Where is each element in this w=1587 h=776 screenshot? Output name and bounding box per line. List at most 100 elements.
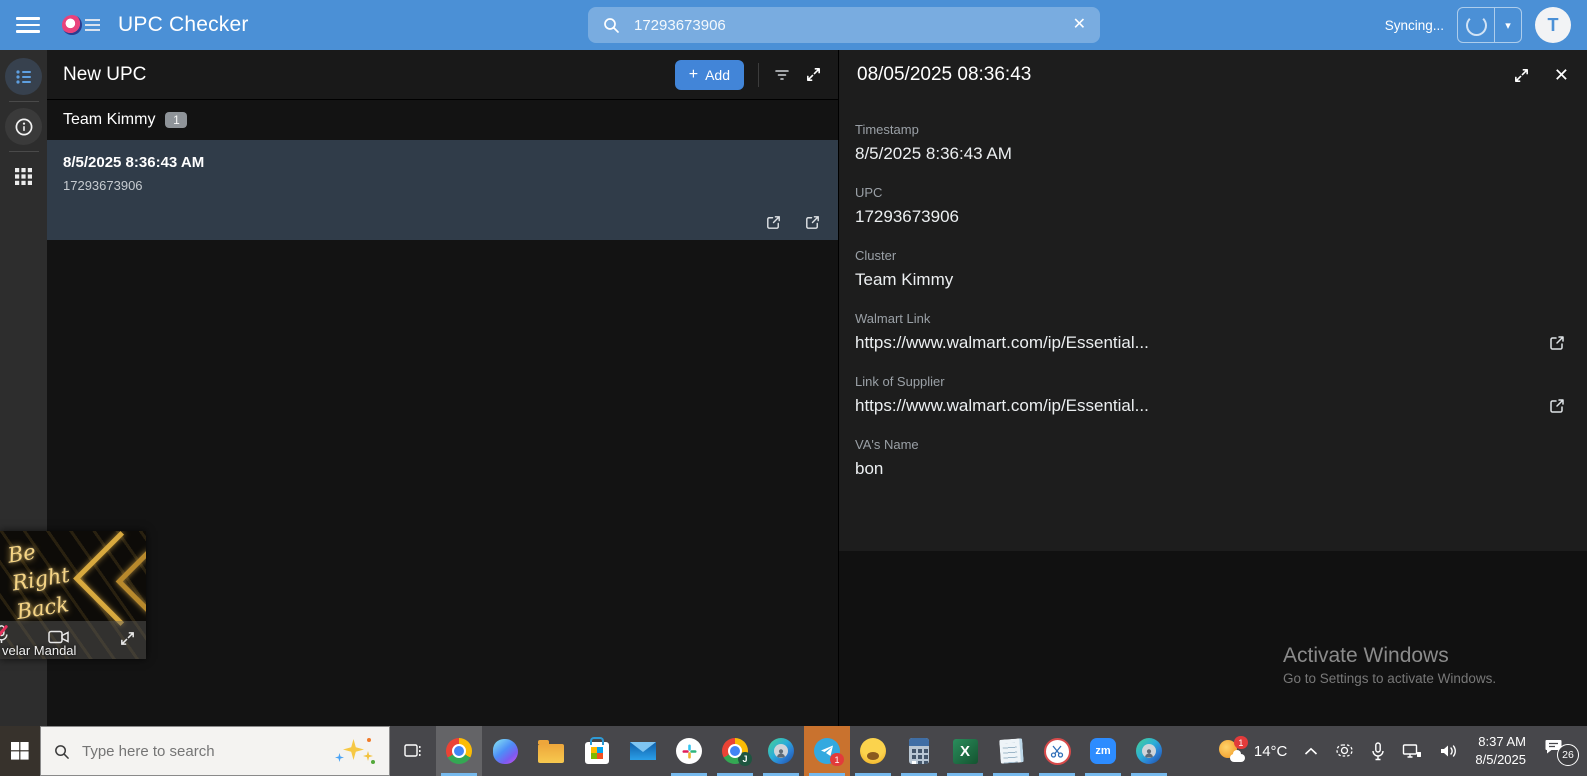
task-view-icon[interactable]	[390, 726, 436, 776]
detail-title: 08/05/2025 08:36:43	[857, 64, 1032, 85]
open-link-icon[interactable]	[764, 213, 783, 232]
field-va-name: VA's Name bon	[855, 437, 1571, 479]
app-search[interactable]: ✕	[588, 7, 1100, 43]
app-logo	[62, 15, 100, 35]
taskbar-calculator-button[interactable]	[896, 726, 942, 776]
screen-record-icon[interactable]	[1335, 743, 1354, 759]
logo-circle-icon	[62, 15, 82, 35]
edge-icon	[768, 738, 794, 764]
menu-icon[interactable]	[16, 17, 40, 33]
header-right: Syncing... ▾ T	[1385, 7, 1571, 43]
unread-badge: 1	[830, 753, 844, 766]
taskbar-apps: J 1 X zm	[436, 726, 1172, 776]
view-title: New UPC	[63, 63, 147, 85]
notification-center-button[interactable]: 26	[1545, 738, 1579, 766]
taskbar-telegram-button[interactable]: 1	[804, 726, 850, 776]
edge-icon	[1136, 738, 1162, 764]
weather-widget[interactable]: 1 14°C	[1218, 736, 1287, 763]
taskbar-file-explorer-button[interactable]	[528, 726, 574, 776]
taskbar-copilot-button[interactable]	[482, 726, 528, 776]
copilot-icon	[492, 738, 518, 764]
field-value: bon	[855, 459, 884, 478]
search-highlights-icon[interactable]	[331, 736, 377, 766]
desktop: UPC Checker ✕ Syncing... ▾ T	[0, 0, 1587, 776]
taskbar-mail-button[interactable]	[620, 726, 666, 776]
field-label: Cluster	[855, 248, 897, 263]
taskbar-tunnelbear-button[interactable]	[850, 726, 896, 776]
chrome-icon: J	[722, 738, 752, 766]
add-button[interactable]: + Add	[674, 59, 744, 90]
windows-logo-icon	[11, 742, 29, 760]
zoom-app-icon: zm	[1090, 738, 1116, 764]
list-item-actions	[764, 213, 822, 232]
field-value[interactable]: https://www.walmart.com/ip/Essential...	[855, 333, 1547, 353]
taskbar-edge-button[interactable]	[758, 726, 804, 776]
microphone-icon[interactable]	[1371, 741, 1385, 761]
taskbar-excel-button[interactable]: X	[942, 726, 988, 776]
taskbar-store-button[interactable]	[574, 726, 620, 776]
search-input[interactable]	[632, 15, 1073, 35]
weather-badge: 1	[1233, 736, 1248, 749]
sidebar-item-list-view[interactable]	[5, 58, 42, 95]
group-header[interactable]: Team Kimmy 1	[47, 100, 838, 140]
telegram-icon: 1	[814, 738, 844, 766]
sync-spinner-icon[interactable]	[1458, 8, 1494, 42]
field-value[interactable]: https://www.walmart.com/ip/Essential...	[855, 396, 1547, 416]
profile-avatar	[774, 744, 788, 758]
taskbar-search[interactable]	[40, 726, 390, 776]
sync-status: Syncing...	[1384, 17, 1444, 33]
expand-detail-icon[interactable]	[1513, 67, 1530, 84]
taskbar-zoom-button[interactable]: zm	[1080, 726, 1126, 776]
list-controls: + Add	[674, 59, 822, 90]
open-link-icon[interactable]	[1547, 396, 1567, 416]
info-icon	[14, 117, 34, 137]
profile-badge: J	[738, 752, 752, 766]
field-label: UPC	[855, 185, 883, 200]
sync-button[interactable]: ▾	[1457, 7, 1522, 43]
sidebar-item-apps[interactable]	[5, 158, 42, 195]
taskbar-chrome-button[interactable]	[436, 726, 482, 776]
expand-video-icon[interactable]	[119, 630, 136, 652]
field-value: Team Kimmy	[855, 270, 954, 289]
group-count-badge: 1	[165, 112, 188, 128]
filter-icon[interactable]	[773, 66, 791, 84]
open-link-icon[interactable]	[1547, 333, 1567, 353]
taskbar-chrome-profile-button[interactable]: J	[712, 726, 758, 776]
sidebar-item-about[interactable]	[5, 108, 42, 145]
user-avatar[interactable]: T	[1535, 7, 1571, 43]
list-view-icon	[14, 67, 34, 87]
close-icon[interactable]: ✕	[1554, 66, 1569, 84]
speaker-icon[interactable]	[1439, 743, 1458, 759]
weather-icon: 1	[1218, 736, 1248, 763]
clock-time: 8:37 AM	[1478, 734, 1526, 750]
list-item-subtitle: 17293673906	[63, 178, 143, 193]
search-icon	[53, 743, 70, 760]
expand-view-icon[interactable]	[805, 66, 822, 83]
field-upc: UPC 17293673906	[855, 185, 1571, 227]
chevron-down-icon[interactable]: ▾	[1495, 19, 1521, 32]
detail-panel: 08/05/2025 08:36:43 ✕ Timestamp 8/5/2025…	[838, 50, 1587, 726]
field-label: Link of Supplier	[855, 374, 945, 389]
taskbar-snipping-tool-button[interactable]	[1034, 726, 1080, 776]
clock[interactable]: 8:37 AM 8/5/2025	[1475, 733, 1526, 768]
chevron-up-icon[interactable]	[1304, 747, 1318, 756]
field-supplier-link: Link of Supplier https://www.walmart.com…	[855, 374, 1571, 416]
taskbar-edge-button[interactable]	[1126, 726, 1172, 776]
list-item-title: 8/5/2025 8:36:43 AM	[63, 154, 205, 171]
field-cluster: Cluster Team Kimmy	[855, 248, 1571, 290]
notepad-icon	[998, 738, 1024, 764]
taskbar-search-input[interactable]	[80, 741, 321, 761]
start-button[interactable]	[0, 726, 40, 776]
profile-avatar	[1142, 744, 1156, 758]
group-label: Team Kimmy	[63, 111, 156, 128]
plus-icon: +	[688, 65, 699, 83]
open-link-icon[interactable]	[803, 213, 822, 232]
list-item[interactable]: 8/5/2025 8:36:43 AM 17293673906	[47, 140, 838, 240]
field-timestamp: Timestamp 8/5/2025 8:36:43 AM	[855, 122, 1571, 164]
field-label: Timestamp	[855, 122, 919, 137]
taskbar-notepad-button[interactable]	[988, 726, 1034, 776]
field-value: 8/5/2025 8:36:43 AM	[855, 144, 1012, 163]
network-icon[interactable]	[1402, 743, 1422, 759]
taskbar-slack-button[interactable]	[666, 726, 712, 776]
clear-search-icon[interactable]: ✕	[1073, 17, 1086, 33]
